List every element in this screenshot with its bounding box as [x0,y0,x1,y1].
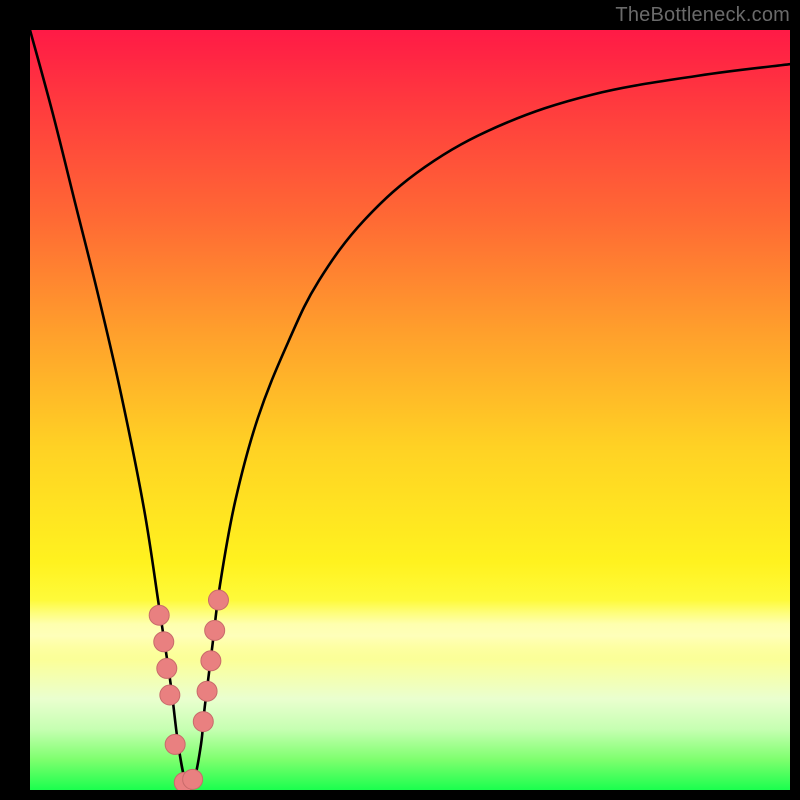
curve-layer [30,30,790,790]
marker-dot [208,590,228,610]
chart-frame: TheBottleneck.com [0,0,800,800]
marker-dot [183,769,203,789]
marker-dot [160,685,180,705]
bottleneck-curve [30,30,790,788]
watermark-text: TheBottleneck.com [615,0,790,30]
marker-dot [149,605,169,625]
plot-area [30,30,790,790]
marker-dot [197,681,217,701]
marker-dot [205,620,225,640]
marker-dot [193,712,213,732]
marker-dot [165,734,185,754]
bottleneck-curve-path [30,30,790,788]
marker-dot [154,632,174,652]
marker-dot [157,658,177,678]
marker-dot [201,651,221,671]
